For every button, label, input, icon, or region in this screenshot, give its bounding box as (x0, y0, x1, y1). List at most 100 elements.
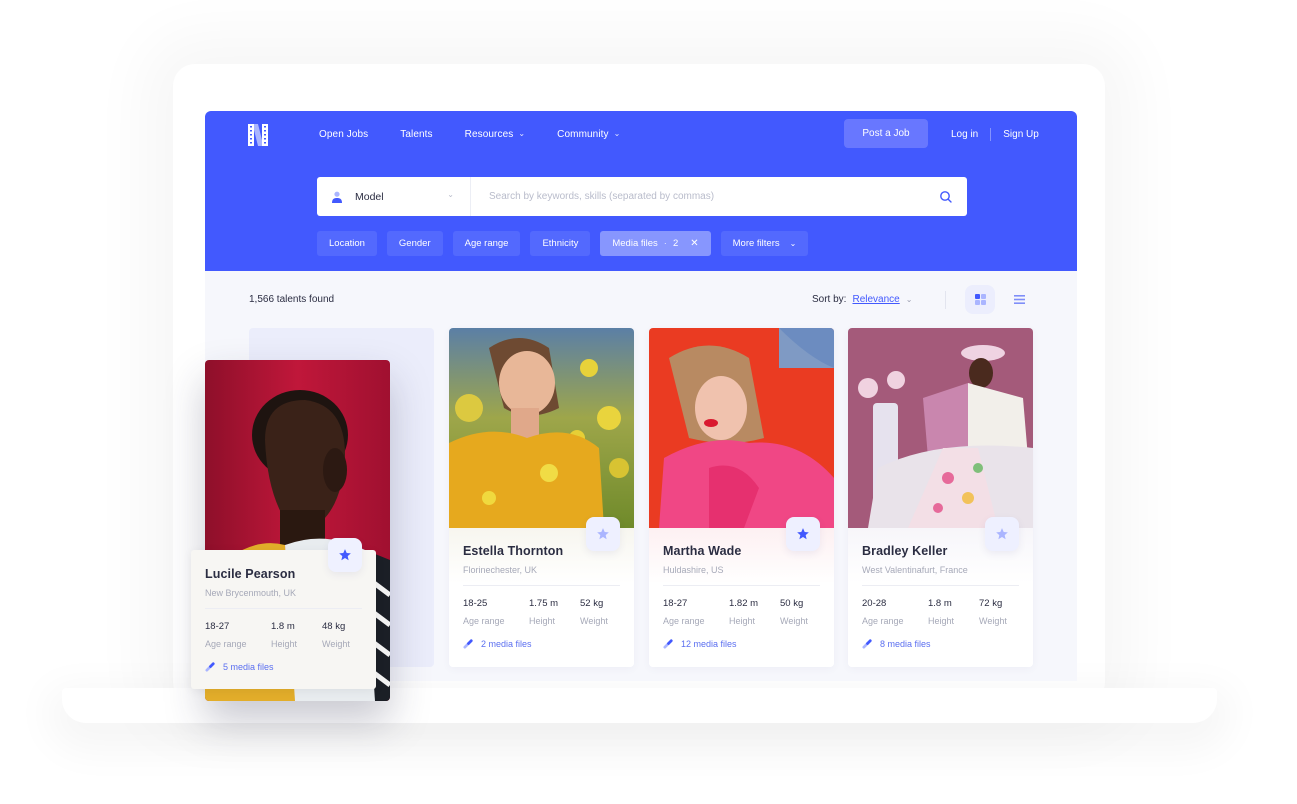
weight-label: Weight (580, 616, 608, 626)
card-divider (663, 585, 820, 586)
age-range-label: Age range (663, 616, 705, 626)
talent-card[interactable]: Martha Wade Huldashire, US 18-27 Age rang… (649, 328, 834, 667)
grid-view-icon (974, 294, 986, 305)
card-divider (205, 608, 362, 609)
media-count: 2 media files (481, 638, 532, 649)
attachment-icon (663, 639, 673, 649)
sort-select[interactable]: Relevance (852, 294, 899, 305)
talent-stats: 18-27 Age range 1.8 m Height 48 kg Weight (205, 621, 362, 649)
nav-resources[interactable]: Resources ⌄ (465, 129, 526, 140)
filter-ethnicity[interactable]: Ethnicity (530, 231, 591, 256)
talent-stats: 20-28 Age range 1.8 m Height 72 kg Weight (862, 598, 1019, 626)
filter-gender[interactable]: Gender (386, 231, 443, 256)
height-label: Height (928, 616, 955, 626)
filter-label: Location (329, 238, 365, 249)
auth-links: Log in Sign Up (951, 128, 1039, 141)
list-view-icon (1013, 295, 1025, 304)
weight-value: 50 kg (780, 598, 804, 609)
card-divider (463, 585, 620, 586)
chevron-down-icon: ⌄ (613, 129, 621, 138)
weight-value: 48 kg (322, 621, 346, 632)
chevron-down-icon: ⌄ (447, 190, 454, 199)
nav-label: Open Jobs (319, 129, 369, 140)
nav-community[interactable]: Community ⌄ (557, 129, 620, 140)
post-job-button[interactable]: Post a Job (844, 119, 928, 148)
media-files-link[interactable]: 2 media files (463, 638, 620, 649)
chevron-down-icon: ⌄ (789, 239, 797, 248)
search-input[interactable] (471, 177, 939, 216)
talent-photo (848, 328, 1033, 528)
height-value: 1.82 m (729, 598, 759, 609)
filter-age-range[interactable]: Age range (452, 231, 521, 256)
talent-stats: 18-27 Age range 1.82 m Height 50 kg Weight (663, 598, 820, 626)
login-link[interactable]: Log in (951, 129, 978, 140)
weight-value: 52 kg (580, 598, 604, 609)
header: Open Jobs Talents Resources ⌄ Community ⌄ … (205, 111, 1077, 271)
star-icon (797, 528, 809, 540)
height-label: Height (271, 639, 298, 649)
weight-label: Weight (322, 639, 350, 649)
grid-view-button[interactable] (965, 285, 995, 314)
talent-photo (649, 328, 834, 528)
favorite-button[interactable] (328, 538, 362, 572)
nav-label: Resources (464, 129, 514, 140)
filter-location[interactable]: Location (317, 231, 377, 256)
person-icon (332, 191, 342, 203)
close-icon[interactable]: ✕ (690, 238, 698, 249)
favorite-button[interactable] (985, 517, 1019, 551)
age-range-value: 18-27 (205, 621, 230, 632)
weight-value: 72 kg (979, 598, 1003, 609)
talent-location: New Brycenmouth, UK (205, 588, 297, 598)
filter-label: More filters (732, 238, 780, 249)
filter-bar: Location Gender Age range Ethnicity Medi… (317, 231, 818, 256)
chevron-down-icon: ⌄ (905, 295, 913, 304)
talent-photo (449, 328, 634, 528)
category-select[interactable]: Model ⌄ (317, 177, 471, 216)
filter-label: Age range (464, 238, 509, 249)
card-divider (862, 585, 1019, 586)
attachment-icon (862, 639, 872, 649)
age-range-value: 20-28 (862, 598, 887, 609)
main-nav: Open Jobs Talents Resources ⌄ Community ⌄ (319, 129, 652, 140)
featured-talent-card[interactable]: Lucile Pearson New Brycenmouth, UK 18-27… (191, 538, 376, 689)
results-count: 1,566 talents found (249, 294, 335, 305)
list-view-button[interactable] (1008, 285, 1030, 314)
separator-dot: · (663, 238, 667, 249)
nav-open-jobs[interactable]: Open Jobs (319, 129, 368, 140)
height-label: Height (729, 616, 756, 626)
more-filters-button[interactable]: More filters ⌄ (720, 231, 809, 256)
signup-link[interactable]: Sign Up (1003, 129, 1039, 140)
talent-stats: 18-25 Age range 1.75 m Height 52 kg Weight (463, 598, 620, 626)
height-value: 1.75 m (529, 598, 559, 609)
search-icon[interactable] (939, 190, 953, 204)
age-range-value: 18-25 (463, 598, 488, 609)
nav-label: Talents (400, 129, 433, 140)
nav-talents[interactable]: Talents (400, 129, 432, 140)
talent-card[interactable]: Estella Thornton Florinechester, UK 18-2… (449, 328, 634, 667)
brand-logo-icon[interactable] (246, 123, 270, 147)
category-value: Model (355, 190, 384, 203)
media-files-link[interactable]: 12 media files (663, 638, 820, 649)
sort-label: Sort by: (812, 294, 847, 305)
star-icon (597, 528, 609, 540)
favorite-button[interactable] (586, 517, 620, 551)
sort-control: Sort by: Relevance ⌄ (812, 294, 912, 305)
search-bar: Model ⌄ (317, 177, 967, 216)
filter-label: Media files (612, 238, 658, 249)
weight-label: Weight (780, 616, 808, 626)
age-range-label: Age range (205, 639, 247, 649)
media-files-link[interactable]: 8 media files (862, 638, 1019, 649)
star-icon (996, 528, 1008, 540)
media-count: 12 media files (681, 638, 737, 649)
media-files-link[interactable]: 5 media files (205, 661, 362, 672)
attachment-icon (463, 639, 473, 649)
toolbar-divider (945, 291, 946, 309)
media-count: 8 media files (880, 638, 931, 649)
card-body: Martha Wade Huldashire, US 18-27 Age rang… (649, 517, 834, 667)
filter-media-files[interactable]: Media files · 2 ✕ (600, 231, 711, 256)
talent-card[interactable]: Bradley Keller West Valentinafurt, Franc… (848, 328, 1033, 667)
weight-label: Weight (979, 616, 1007, 626)
age-range-label: Age range (463, 616, 505, 626)
favorite-button[interactable] (786, 517, 820, 551)
nav-label: Community (557, 129, 609, 140)
